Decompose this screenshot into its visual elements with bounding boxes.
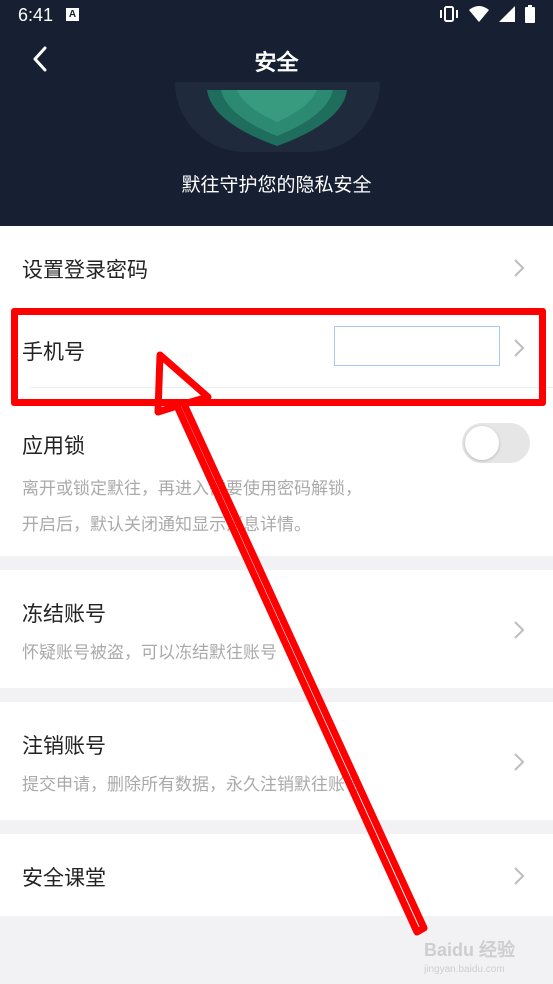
app-lock-toggle[interactable]: [462, 423, 530, 463]
vibrate-icon: [440, 6, 458, 22]
freeze-account-row[interactable]: 冻结账号 怀疑账号被盗，可以冻结默往账号: [0, 570, 553, 688]
security-classroom-row[interactable]: 安全课堂: [0, 834, 553, 916]
wifi-icon: [469, 6, 489, 22]
battery-icon: [525, 5, 535, 23]
settings-card-account: 设置登录密码 手机号 应用锁 离开或锁定默往，再进入需要使用密码解锁， 开启后，…: [0, 226, 553, 556]
header: 6:41 A 安全 默往守护您的隐私安全: [0, 0, 553, 226]
baidu-watermark: Baidu 经验 jingyan.baidu.com: [424, 940, 516, 975]
freeze-account-label: 冻结账号: [22, 602, 106, 626]
status-time: 6:41: [18, 5, 54, 25]
freeze-account-description: 怀疑账号被盗，可以冻结默往账号: [22, 643, 277, 663]
app-lock-row: 应用锁 离开或锁定默往，再进入需要使用密码解锁， 开启后，默认关闭通知显示消息详…: [0, 388, 553, 556]
cancel-account-label: 注销账号: [22, 734, 106, 758]
chevron-right-icon: [514, 259, 525, 277]
page-title: 安全: [254, 51, 299, 76]
app-lock-description-line2: 开启后，默认关闭通知显示消息详情。: [22, 515, 311, 535]
cancel-account-description: 提交申请，删除所有数据，永久注销默往账号: [22, 775, 362, 795]
phone-label: 手机号: [22, 340, 85, 364]
phone-value-field[interactable]: [334, 326, 500, 366]
cancel-account-row[interactable]: 注销账号 提交申请，删除所有数据，永久注销默往账号: [0, 702, 553, 820]
chevron-right-icon: [514, 621, 525, 639]
app-lock-label: 应用锁: [22, 434, 85, 458]
header-subtitle: 默往守护您的隐私安全: [181, 174, 372, 196]
signal-icon: [499, 6, 515, 22]
toggle-knob: [465, 426, 499, 460]
shield-icon: [207, 90, 347, 146]
security-classroom-label: 安全课堂: [22, 866, 106, 890]
notification-badge-icon: A: [66, 8, 79, 21]
chevron-right-icon: [514, 753, 525, 771]
set-password-label: 设置登录密码: [22, 258, 148, 282]
watermark-url: jingyan.baidu.com: [424, 964, 505, 975]
set-password-row[interactable]: 设置登录密码: [0, 226, 553, 306]
chevron-right-icon: [514, 339, 525, 357]
status-icons: [439, 5, 535, 23]
chevron-right-icon: [514, 867, 525, 885]
app-lock-description-line1: 离开或锁定默往，再进入需要使用密码解锁，: [22, 479, 362, 499]
